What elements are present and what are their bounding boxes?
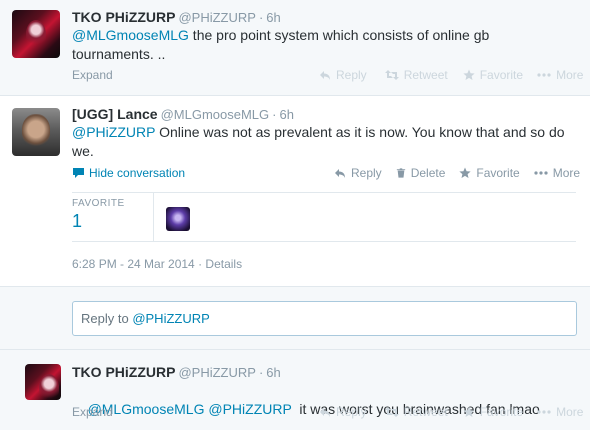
tweet-item[interactable]: TKO PHiZZURP @PHiZZURP · 6h @MLGmooseMLG th… [0,0,590,96]
reply-button[interactable]: Reply [319,68,367,82]
reply-section: Reply to @PHiZZURP [0,287,590,350]
reply-arrow-icon [320,408,330,417]
trash-icon [396,168,405,178]
separator-dot: · [272,107,277,122]
more-label: More [552,166,581,180]
ellipsis-icon [537,73,551,77]
retweet-button[interactable]: Retweet [384,68,448,82]
user-fullname[interactable]: TKO PHiZZURP [72,364,175,380]
tweet-actions: Reply Retweet Favorite More [319,405,583,419]
tweet-item-expanded[interactable]: [UGG] Lance @MLGmooseMLG · 6h @PHiZZURP Onl… [0,96,590,287]
favorite-button[interactable]: Favorite [459,166,520,180]
reply-button[interactable]: Reply [334,166,382,180]
reply-arrow-icon [335,169,345,178]
reply-label: Reply [336,405,367,419]
favorite-label: Favorite [476,166,520,180]
details-link[interactable]: Details [205,257,242,271]
avatar[interactable] [25,364,61,400]
retweet-label: Retweet [403,405,448,419]
user-handle[interactable]: @PHiZZURP [178,10,255,25]
favorite-label: Favorite [479,405,524,419]
mention-link[interactable]: @MLGmooseMLG [72,27,189,43]
expand-link[interactable]: Expand [72,405,113,419]
tweet-text: @PHiZZURP Online was not as prevalent as… [72,123,572,161]
retweet-icon [384,70,399,80]
speech-bubble-icon [73,168,84,178]
separator-dot: · [258,10,264,25]
user-fullname[interactable]: TKO PHiZZURP [72,9,175,25]
reply-label: Reply [351,166,382,180]
tweet-actions: Reply Delete Favorite More [334,166,580,180]
reply-mention: @PHiZZURP [132,311,210,326]
tweet-time[interactable]: 6h [266,10,280,25]
mention-link[interactable]: @PHiZZURP [72,124,155,140]
mention-link[interactable]: @PHiZZURP [208,401,291,417]
avatar[interactable] [12,10,60,58]
favorite-stat-label: FAVORITE [72,198,125,209]
user-fullname[interactable]: [UGG] Lance [72,106,158,122]
favorite-button[interactable]: Favorite [463,405,523,419]
tweet-time[interactable]: 6h [266,365,280,380]
favorite-label: Favorite [479,68,524,82]
more-button[interactable]: More [534,166,580,180]
retweet-button[interactable]: Retweet [384,405,448,419]
tweet-time[interactable]: 6h [279,107,293,122]
tweet-meta: 6:28 PM - 24 Mar 2014 · Details [72,257,243,271]
retweet-label: Retweet [403,68,448,82]
favorite-button[interactable]: Favorite [463,68,523,82]
ellipsis-icon [534,171,548,175]
tweet-stats: FAVORITE 1 [72,192,576,242]
tweet-text: @MLGmooseMLG the pro point system which … [72,26,552,64]
reply-label: Reply [336,68,367,82]
star-icon [463,69,475,80]
delete-label: Delete [410,166,446,180]
reply-prefix: Reply to [81,311,133,326]
reply-button[interactable]: Reply [319,405,367,419]
tweet-item[interactable]: TKO PHiZZURP @PHiZZURP · 6h @MLGmooseMLG @P… [0,350,590,430]
more-button[interactable]: More [537,405,583,419]
favoriter-avatar[interactable] [166,207,190,231]
stats-divider [153,193,154,242]
reply-input[interactable]: Reply to @PHiZZURP [72,301,577,336]
user-handle[interactable]: @PHiZZURP [178,365,255,380]
hide-conversation-link[interactable]: Hide conversation [72,166,185,180]
hide-conversation-label: Hide conversation [89,166,186,180]
tweet-actions: Reply Retweet Favorite More [319,68,583,82]
expand-link[interactable]: Expand [72,68,113,82]
avatar[interactable] [12,108,60,156]
user-handle[interactable]: @MLGmooseMLG [161,107,270,122]
retweet-icon [384,407,399,417]
ellipsis-icon [537,410,551,414]
reply-arrow-icon [320,71,330,80]
tweet-timestamp[interactable]: 6:28 PM - 24 Mar 2014 [72,257,195,271]
star-icon [459,167,471,178]
separator-dot: · [258,365,264,380]
more-button[interactable]: More [537,68,583,82]
favorite-stat-count[interactable]: 1 [72,211,82,232]
star-icon [463,406,475,417]
delete-button[interactable]: Delete [396,166,446,180]
more-label: More [556,405,584,419]
more-label: More [556,68,584,82]
